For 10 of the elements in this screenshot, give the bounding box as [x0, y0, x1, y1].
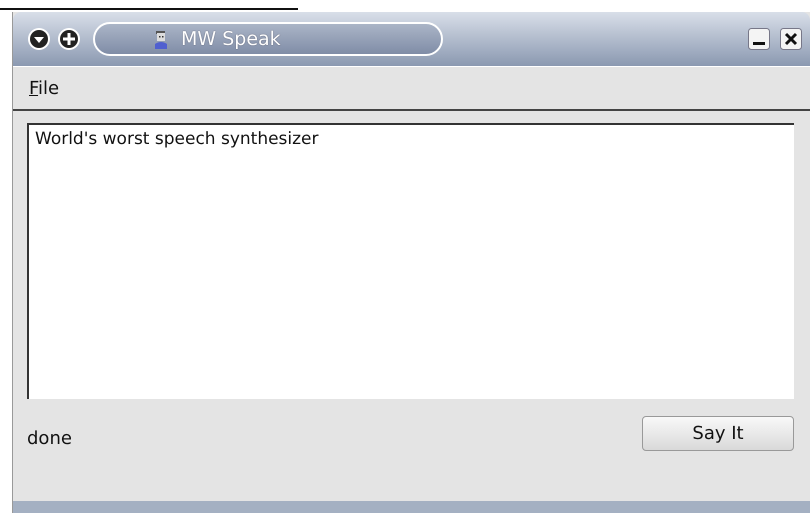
- close-icon[interactable]: [780, 28, 802, 50]
- person-icon: [153, 29, 169, 49]
- say-it-button[interactable]: Say It: [642, 416, 794, 451]
- status-text: done: [27, 428, 72, 449]
- add-icon[interactable]: [57, 27, 81, 51]
- window-title: MW Speak: [181, 28, 281, 50]
- text-area[interactable]: World's worst speech synthesizer: [27, 123, 794, 399]
- menu-item[interactable]: File: [29, 78, 60, 98]
- minimize-icon[interactable]: [748, 28, 770, 50]
- window-menu-icon[interactable]: [27, 27, 51, 51]
